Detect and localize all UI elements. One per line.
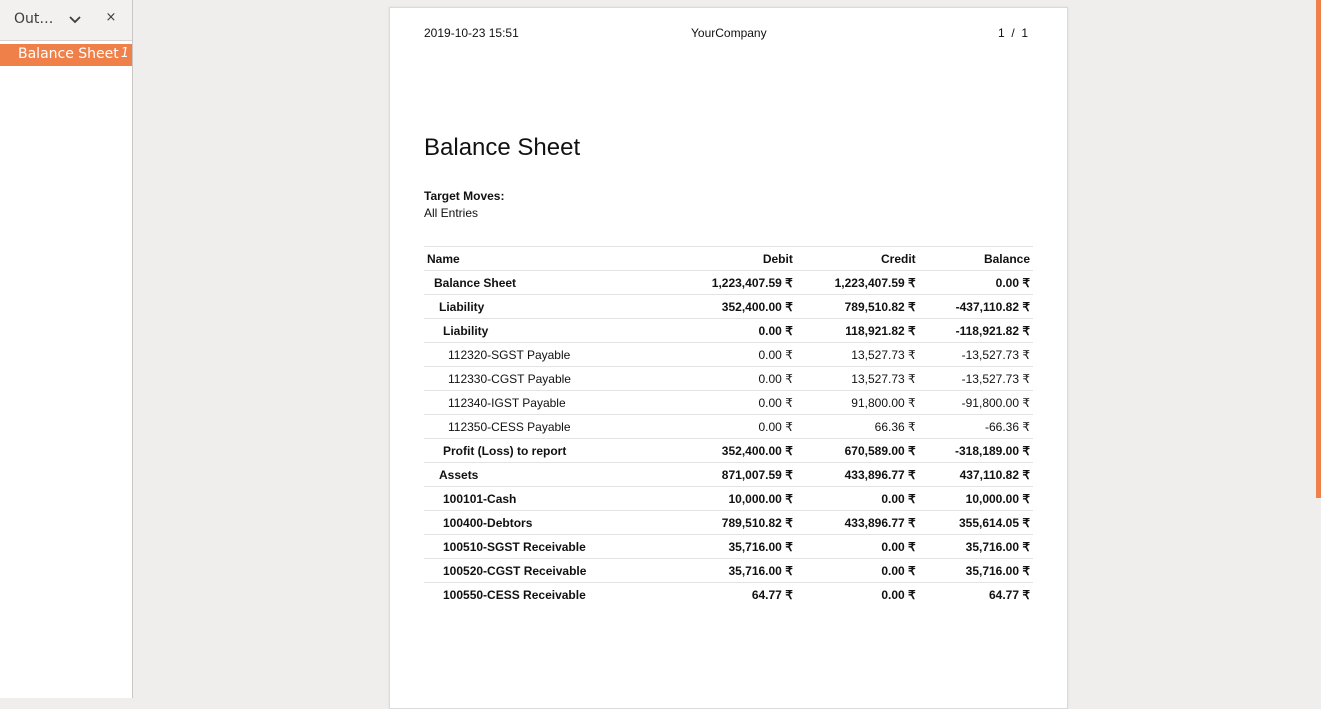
document-page: 2019-10-23 15:51 YourCompany 1 / 1 Balan… (389, 7, 1068, 709)
cell-name: 100520-CGST Receivable (424, 558, 673, 583)
cell-debit: 0.00 ₹ (673, 414, 796, 439)
cell-debit: 789,510.82 ₹ (673, 510, 796, 535)
cell-debit: 35,716.00 ₹ (673, 534, 796, 559)
cell-debit: 352,400.00 ₹ (673, 438, 796, 463)
cell-debit: 352,400.00 ₹ (673, 294, 796, 319)
table-row: 100520-CGST Receivable 35,716.00 ₹0.00 ₹3… (424, 558, 1033, 583)
column-header-credit: Credit (795, 246, 919, 271)
close-icon[interactable]: × (104, 10, 118, 25)
cell-name: Profit (Loss) to report (424, 438, 673, 463)
table-row: Balance Sheet 1,223,407.59 ₹1,223,407.59 … (424, 270, 1033, 295)
cell-name: 100101-Cash (424, 486, 673, 511)
cell-credit: 13,527.73 ₹ (795, 342, 919, 367)
cell-debit: 0.00 ₹ (673, 390, 796, 415)
cell-credit: 0.00 ₹ (881, 587, 916, 602)
cell-credit: 13,527.73 ₹ (795, 366, 919, 391)
cell-name: 100510-SGST Receivable (424, 534, 673, 559)
cell-credit: 118,921.82 ₹ (795, 318, 919, 343)
cell-credit: 0.00 ₹ (795, 558, 919, 583)
cell-name: 100400-Debtors (424, 510, 673, 535)
cell-balance: -91,800.00 ₹ (918, 390, 1033, 415)
balance-sheet-table: Name Debit Credit Balance Balance Sheet 1… (424, 246, 1033, 606)
cell-debit: 64.77 ₹ (751, 587, 793, 602)
table-header-row: Name Debit Credit Balance (424, 246, 1033, 271)
table-row: Liability 0.00 ₹118,921.82 ₹ -118,921.82 ₹ (424, 318, 1033, 343)
sidebar-mode-selector[interactable]: Out… (14, 11, 53, 27)
cell-name: 100550-CESS Receivable (443, 587, 586, 602)
cell-credit: 433,896.77 ₹ (795, 462, 919, 487)
cell-debit: 1,223,407.59 ₹ (673, 270, 796, 295)
outline-item-page: 1 (120, 46, 129, 61)
table-row: Liability 352,400.00 ₹789,510.82 ₹ -437,11… (424, 294, 1033, 319)
column-header-name: Name (424, 246, 673, 271)
cell-name: 112330-CGST Payable (424, 366, 673, 391)
cell-balance: 10,000.00 ₹ (918, 486, 1033, 511)
cell-name: 112350-CESS Payable (424, 414, 673, 439)
cell-balance: -13,527.73 ₹ (918, 366, 1033, 391)
cell-credit: 91,800.00 ₹ (795, 390, 919, 415)
cell-credit: 66.36 ₹ (795, 414, 919, 439)
outline-sidebar: Out… × Balance Sheet 1 (0, 0, 133, 698)
cell-name: Liability (424, 318, 673, 343)
outline-item-label: Balance Sheet (18, 46, 119, 62)
cell-name: Liability (424, 294, 673, 319)
cell-credit: 670,589.00 ₹ (795, 438, 919, 463)
cell-balance: 355,614.05 ₹ (918, 510, 1033, 535)
cell-balance: 35,716.00 ₹ (918, 534, 1033, 559)
cell-debit: 0.00 ₹ (673, 318, 796, 343)
cell-balance: -118,921.82 ₹ (918, 318, 1033, 343)
cell-credit: 433,896.77 ₹ (795, 510, 919, 535)
target-moves-label: Target Moves: (424, 189, 505, 203)
cell-debit: 0.00 ₹ (673, 342, 796, 367)
table-row: 112340-IGST Payable 0.00 ₹91,800.00 ₹ -91,… (424, 390, 1033, 415)
cell-credit: 0.00 ₹ (795, 486, 919, 511)
cell-balance: -437,110.82 ₹ (918, 294, 1033, 319)
table-row: 112320-SGST Payable 0.00 ₹13,527.73 ₹ -13,… (424, 342, 1033, 367)
column-header-balance: Balance (918, 246, 1033, 271)
cell-balance: 0.00 ₹ (918, 270, 1033, 295)
chevron-down-icon[interactable] (68, 12, 82, 26)
table-row: Assets 871,007.59 ₹433,896.77 ₹437,110.82… (424, 462, 1033, 487)
cell-debit: 35,716.00 ₹ (673, 558, 796, 583)
cell-credit: 1,223,407.59 ₹ (795, 270, 919, 295)
cell-balance: -13,527.73 ₹ (918, 342, 1033, 367)
cell-balance: 437,110.82 ₹ (918, 462, 1033, 487)
cell-name: 112320-SGST Payable (424, 342, 673, 367)
cell-debit: 871,007.59 ₹ (673, 462, 796, 487)
cell-name: Assets (424, 462, 673, 487)
company-name: YourCompany (691, 26, 767, 40)
table-row: 100550-CESS Receivable 64.77 ₹ 0.00 ₹ 64.77… (424, 583, 1033, 607)
table-row: 112330-CGST Payable 0.00 ₹13,527.73 ₹ -13,… (424, 366, 1033, 391)
report-date: 2019-10-23 15:51 (424, 26, 519, 40)
sidebar-header: Out… × (0, 0, 132, 41)
table-row: 100101-Cash 10,000.00 ₹0.00 ₹10,000.00 ₹ (424, 486, 1033, 511)
page-indicator: 1 / 1 (998, 26, 1029, 40)
table-row: 112350-CESS Payable 0.00 ₹66.36 ₹ -66.36 ₹ (424, 414, 1033, 439)
cell-balance: 64.77 ₹ (989, 587, 1030, 602)
outline-item-balance-sheet[interactable]: Balance Sheet 1 (0, 44, 132, 66)
cell-name: Balance Sheet (424, 270, 673, 295)
column-header-debit: Debit (673, 246, 796, 271)
table-row: 100510-SGST Receivable 35,716.00 ₹0.00 ₹3… (424, 534, 1033, 559)
scrollbar[interactable] (1316, 0, 1321, 698)
cell-credit: 0.00 ₹ (795, 534, 919, 559)
cell-credit: 789,510.82 ₹ (795, 294, 919, 319)
cell-balance: -318,189.00 ₹ (918, 438, 1033, 463)
target-moves-value: All Entries (424, 206, 479, 220)
page-title: Balance Sheet (424, 134, 581, 161)
scrollbar-thumb[interactable] (1316, 0, 1321, 498)
table-row: Profit (Loss) to report 352,400.00 ₹670,5… (424, 438, 1033, 463)
cell-balance: 35,716.00 ₹ (918, 558, 1033, 583)
cell-name: 112340-IGST Payable (424, 390, 673, 415)
cell-debit: 10,000.00 ₹ (673, 486, 796, 511)
table-row: 100400-Debtors 789,510.82 ₹433,896.77 ₹35… (424, 510, 1033, 535)
cell-balance: -66.36 ₹ (918, 414, 1033, 439)
cell-debit: 0.00 ₹ (673, 366, 796, 391)
